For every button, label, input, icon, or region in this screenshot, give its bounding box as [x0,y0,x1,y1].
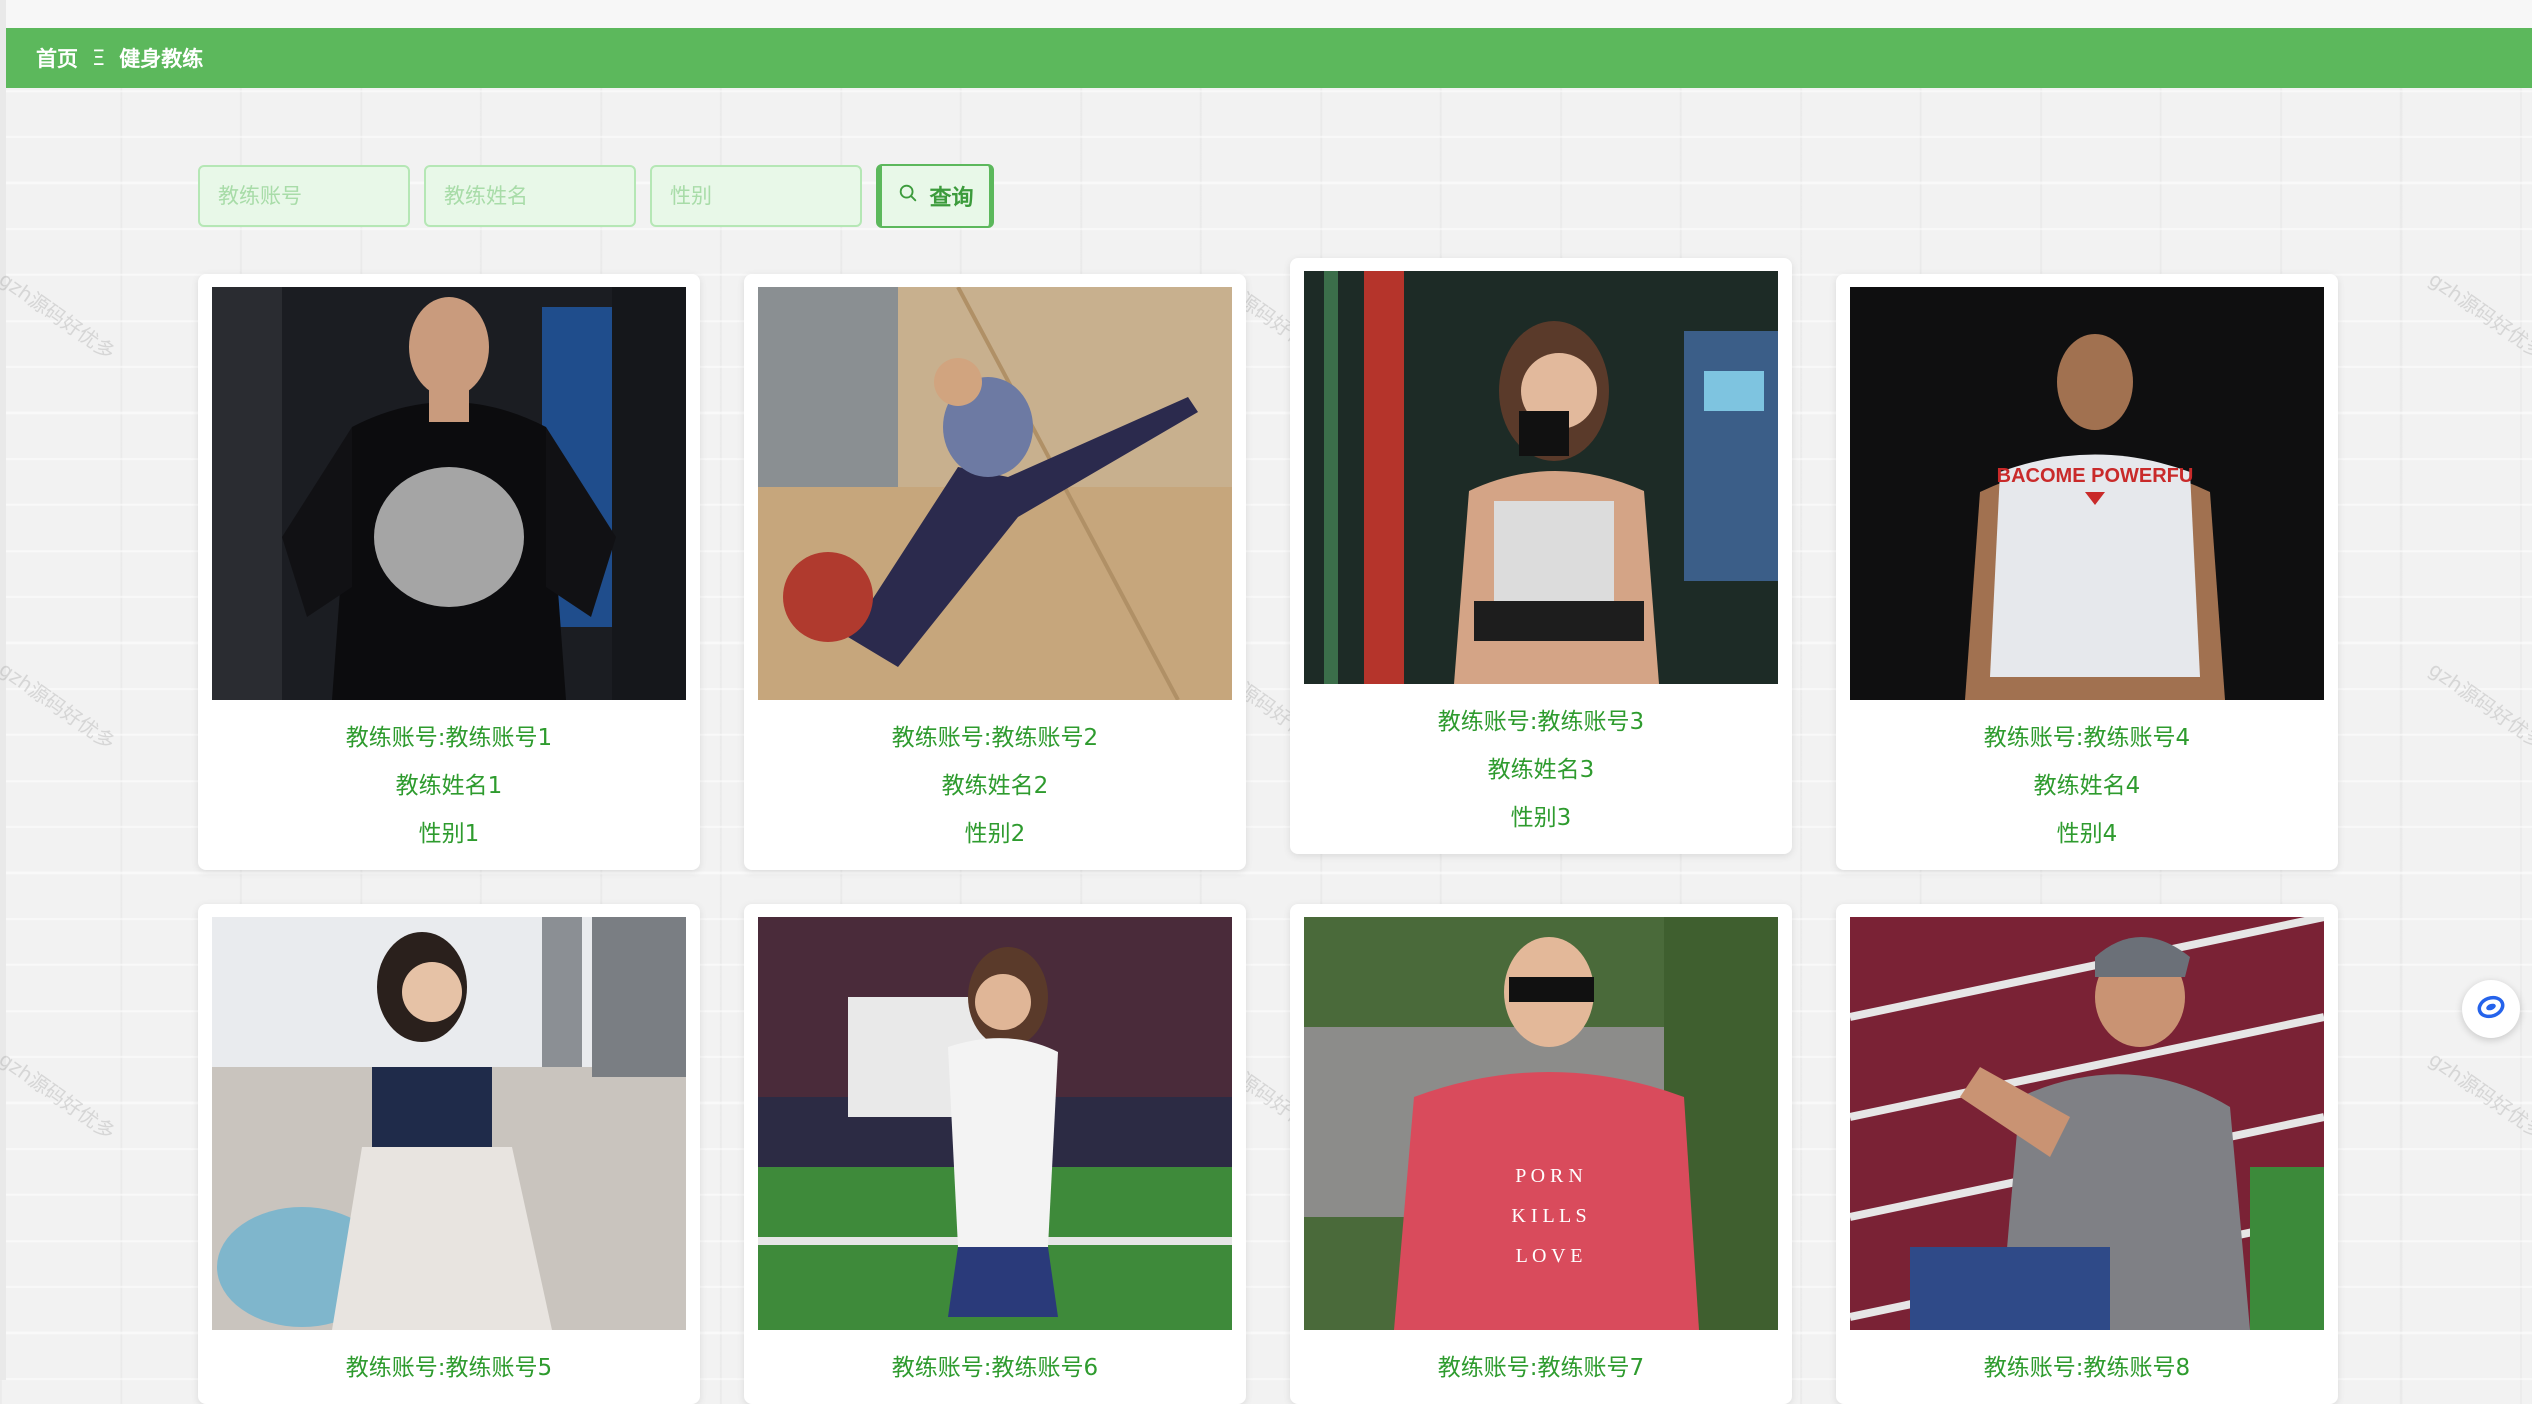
watermark: gzh源码好优多 [0,1046,120,1145]
coach-name-label: 教练姓名2 [941,773,1049,799]
watermark: gzh源码好优多 [2424,656,2532,755]
coach-account-label: 教练账号:教练账号1 [345,725,553,751]
breadcrumb-current: 健身教练 [119,47,204,71]
query-button-label: 查询 [929,186,974,211]
watermark: gzh源码好优多 [0,656,120,755]
coach-info: 教练账号:教练账号6 [744,1344,1246,1392]
left-strip [0,0,6,1380]
coach-account-label: 教练账号:教练账号3 [1437,709,1645,735]
coach-info: 教练账号:教练账号3 教练姓名3 性别3 [1290,698,1792,842]
breadcrumb-separator: Ξ [92,46,106,70]
coach-account-label: 教练账号:教练账号7 [1437,1355,1645,1381]
chat-icon [2473,989,2509,1029]
coach-info: 教练账号:教练账号7 [1290,1344,1792,1392]
coach-photo[interactable] [1850,917,2324,1330]
watermark: gzh源码好优多 [2424,266,2532,365]
coach-card-7[interactable]: P O R N K I L L S L O V E 教练账号:教练账号7 [1290,904,1792,1404]
coach-account-label: 教练账号:教练账号5 [345,1355,553,1381]
coach-account-label: 教练账号:教练账号8 [1983,1355,2191,1381]
coach-gender-label: 性别4 [2056,821,2118,847]
coach-gender-label: 性别2 [964,821,1026,847]
coach-photo[interactable] [212,917,686,1330]
shirt-print-text: K I L L S [1511,1205,1586,1227]
coach-gender-label: 性别3 [1510,805,1572,831]
coach-info: 教练账号:教练账号2 教练姓名2 性别2 [744,714,1246,858]
coach-card-3[interactable]: 教练账号:教练账号3 教练姓名3 性别3 [1290,258,1792,854]
search-icon [897,182,919,210]
search-form: 查询 [198,164,994,228]
coach-account-label: 教练账号:教练账号2 [891,725,1099,751]
top-strip [0,0,2532,28]
coach-photo[interactable] [1304,271,1778,684]
coach-photo[interactable] [212,287,686,700]
coach-photo[interactable]: BACOME POWERFU [1850,287,2324,700]
coach-name-label: 教练姓名4 [2033,773,2141,799]
floating-assistant-button[interactable] [2462,980,2520,1038]
watermark: gzh源码好优多 [0,266,120,365]
coach-info: 教练账号:教练账号1 教练姓名1 性别1 [198,714,700,858]
breadcrumb: 首页 Ξ 健身教练 [6,28,2532,88]
query-button[interactable]: 查询 [876,164,994,228]
coach-account-label: 教练账号:教练账号6 [891,1355,1099,1381]
coach-card-4[interactable]: BACOME POWERFU 教练账号:教练账号4 教练姓名4 性别4 [1836,274,2338,870]
coach-info: 教练账号:教练账号4 教练姓名4 性别4 [1836,714,2338,858]
coach-name-input[interactable] [424,165,636,227]
coach-name-label: 教练姓名3 [1487,757,1595,783]
coach-photo[interactable] [758,917,1232,1330]
coach-card-8[interactable]: 教练账号:教练账号8 [1836,904,2338,1404]
breadcrumb-home-link[interactable]: 首页 [36,43,78,73]
coach-account-input[interactable] [198,165,410,227]
coach-card-6[interactable]: 教练账号:教练账号6 [744,904,1246,1404]
coach-photo[interactable] [758,287,1232,700]
shirt-print-text: BACOME POWERFU [1997,465,2194,487]
shirt-print-text: L O V E [1516,1245,1583,1267]
gender-input[interactable] [650,165,862,227]
coach-card-1[interactable]: 教练账号:教练账号1 教练姓名1 性别1 [198,274,700,870]
coach-account-label: 教练账号:教练账号4 [1983,725,2191,751]
coach-name-label: 教练姓名1 [395,773,503,799]
coach-info: 教练账号:教练账号5 [198,1344,700,1392]
coach-photo[interactable]: P O R N K I L L S L O V E [1304,917,1778,1330]
watermark: gzh源码好优多 [2424,1046,2532,1145]
coach-card-2[interactable]: 教练账号:教练账号2 教练姓名2 性别2 [744,274,1246,870]
coach-gender-label: 性别1 [418,821,480,847]
shirt-print-text: P O R N [1515,1165,1583,1187]
coach-card-5[interactable]: 教练账号:教练账号5 [198,904,700,1404]
coach-info: 教练账号:教练账号8 [1836,1344,2338,1392]
